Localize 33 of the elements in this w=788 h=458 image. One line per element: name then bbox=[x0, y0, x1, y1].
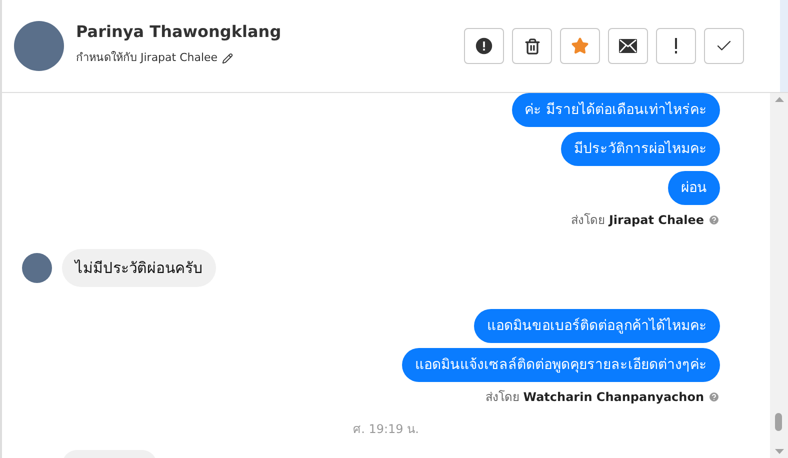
done-button[interactable] bbox=[704, 28, 744, 64]
scroll-down-icon[interactable] bbox=[774, 449, 784, 454]
star-button[interactable] bbox=[560, 28, 600, 64]
sender-name: Jirapat Chalee bbox=[608, 212, 704, 229]
scroll-up-icon[interactable] bbox=[774, 97, 784, 102]
avatar bbox=[22, 253, 52, 283]
assigned-label: กำหนดให้กับ Jirapat Chalee bbox=[76, 50, 218, 66]
sent-by-label: ส่งโดย bbox=[570, 212, 605, 229]
alert-icon bbox=[475, 37, 493, 55]
avatar bbox=[14, 21, 64, 71]
delete-button[interactable] bbox=[512, 28, 552, 64]
important-button[interactable] bbox=[656, 28, 696, 64]
scroll-thumb[interactable] bbox=[775, 413, 782, 431]
alert-button[interactable] bbox=[464, 28, 504, 64]
message-bubble: แอดมินแจ้งเซลล์ติดต่อพูดคุยรายละเอียดต่างๆค่ะ bbox=[402, 348, 720, 382]
message-bubble: ค่ะ มีรายได้ต่อเดือนเท่าไหร่คะ bbox=[512, 93, 720, 127]
message-bubble: มีประวัติการผ่อไหมคะ bbox=[561, 132, 720, 166]
help-icon bbox=[708, 214, 720, 226]
edit-icon[interactable] bbox=[222, 53, 233, 64]
help-icon bbox=[708, 391, 720, 403]
star-icon bbox=[571, 37, 589, 55]
exclamation-icon bbox=[674, 38, 678, 54]
timestamp: ศ. 19:19 น. bbox=[353, 421, 419, 438]
sender-name: Watcharin Chanpanyachon bbox=[523, 389, 704, 406]
contact-name: Parinya Thawongklang bbox=[76, 22, 282, 42]
trash-icon bbox=[524, 38, 540, 54]
sent-by-label: ส่งโดย bbox=[485, 389, 520, 406]
message-bubble: ไม่มีประวัติผ่อนครับ bbox=[62, 249, 216, 287]
mail-button[interactable] bbox=[608, 28, 648, 64]
message-bubble: ผ่อน bbox=[668, 171, 720, 205]
message-bubble: แอดมินขอเบอร์ติดต่อลูกค้าได้ไหมคะ bbox=[474, 309, 720, 343]
scrollbar[interactable] bbox=[770, 93, 788, 458]
mail-icon bbox=[619, 39, 637, 53]
